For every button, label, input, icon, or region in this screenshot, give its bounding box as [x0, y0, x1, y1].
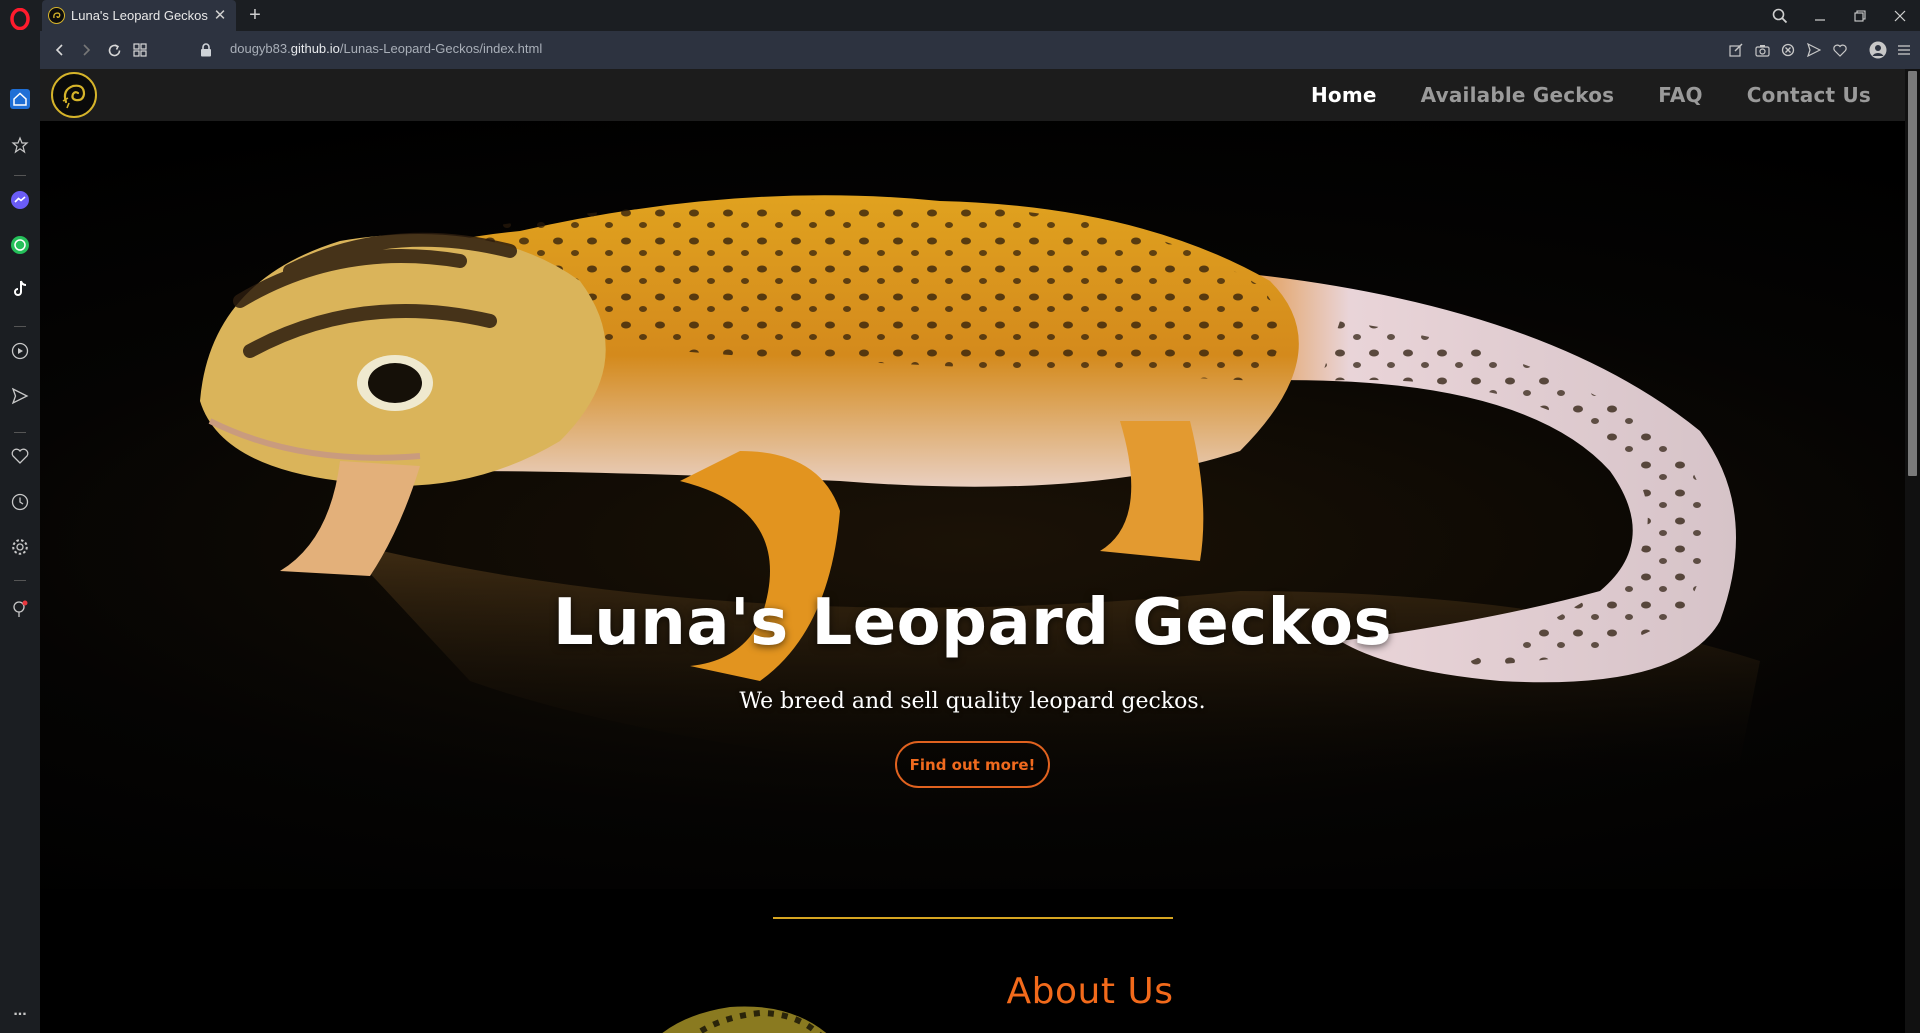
profile-icon[interactable]	[1868, 40, 1888, 60]
url-field[interactable]: dougyb83.github.io/Lunas-Leopard-Geckos/…	[230, 41, 542, 56]
nav-link-available-geckos[interactable]: Available Geckos	[1421, 83, 1615, 107]
browser-tab[interactable]: Luna's Leopard Geckos | Home ✕	[42, 0, 236, 31]
nav-link-home[interactable]: Home	[1311, 83, 1377, 107]
opera-logo-icon[interactable]	[5, 7, 35, 31]
browser-sidebar: ...	[0, 31, 40, 1033]
forward-icon[interactable]	[76, 40, 96, 60]
new-tab-button[interactable]: +	[244, 4, 266, 26]
menu-icon[interactable]	[1894, 40, 1914, 60]
site-nav-links: Home Available Geckos FAQ Contact Us	[1311, 69, 1871, 121]
restore-icon[interactable]	[1840, 0, 1880, 31]
find-out-more-button[interactable]: Find out more!	[895, 741, 1050, 788]
hero-subtitle: We breed and sell quality leopard geckos…	[739, 689, 1206, 714]
site-navbar: Home Available Geckos FAQ Contact Us	[40, 69, 1905, 121]
nav-link-faq[interactable]: FAQ	[1658, 83, 1702, 107]
tab-title: Luna's Leopard Geckos | Home	[71, 8, 212, 23]
search-icon[interactable]	[1760, 0, 1800, 31]
url-path: /Lunas-Leopard-Geckos/index.html	[339, 41, 543, 56]
window-controls	[1760, 0, 1920, 31]
home-icon[interactable]	[8, 87, 32, 111]
url-host-domain: github.io	[290, 41, 340, 56]
send-icon[interactable]	[8, 384, 32, 408]
tab-bar: Luna's Leopard Geckos | Home ✕ +	[0, 0, 1920, 31]
web-page: Home Available Geckos FAQ Contact Us Lun…	[40, 69, 1905, 1033]
heart-icon[interactable]	[1830, 40, 1850, 60]
close-icon[interactable]	[1880, 0, 1920, 31]
nav-link-contact-us[interactable]: Contact Us	[1747, 83, 1871, 107]
send-icon[interactable]	[1804, 40, 1824, 60]
address-bar: dougyb83.github.io/Lunas-Leopard-Geckos/…	[40, 31, 1920, 69]
heart-icon[interactable]	[8, 444, 32, 468]
section-divider	[773, 917, 1173, 919]
history-icon[interactable]	[8, 490, 32, 514]
address-actions	[1726, 31, 1920, 69]
camera-icon[interactable]	[1752, 40, 1772, 60]
scrollbar-thumb[interactable]	[1908, 71, 1917, 476]
tiktok-icon[interactable]	[8, 277, 32, 301]
whatsapp-icon[interactable]	[8, 233, 32, 257]
edit-icon[interactable]	[1726, 40, 1746, 60]
reload-icon[interactable]	[104, 40, 124, 60]
block-icon[interactable]	[1778, 40, 1798, 60]
hero-title: Luna's Leopard Geckos	[552, 586, 1393, 660]
url-host-prefix: dougyb83.	[230, 41, 291, 56]
about-us-heading: About Us	[1006, 971, 1174, 1012]
about-gecko-image	[662, 1006, 827, 1033]
player-icon[interactable]	[8, 339, 32, 363]
back-icon[interactable]	[50, 40, 70, 60]
page-scrollbar[interactable]	[1905, 69, 1920, 1033]
minimize-icon[interactable]	[1800, 0, 1840, 31]
lightbulb-icon[interactable]	[8, 597, 32, 621]
tab-close-icon[interactable]: ✕	[212, 7, 228, 24]
messenger-icon[interactable]	[8, 188, 32, 212]
settings-icon[interactable]	[8, 535, 32, 559]
gecko-favicon-icon	[48, 7, 65, 24]
star-icon[interactable]	[8, 133, 32, 157]
hero-section: Luna's Leopard Geckos We breed and sell …	[40, 121, 1905, 889]
tabs-grid-icon[interactable]	[130, 40, 150, 60]
lock-icon[interactable]	[198, 42, 214, 58]
gecko-logo-icon[interactable]	[51, 72, 97, 118]
more-icon[interactable]: ...	[8, 999, 32, 1023]
